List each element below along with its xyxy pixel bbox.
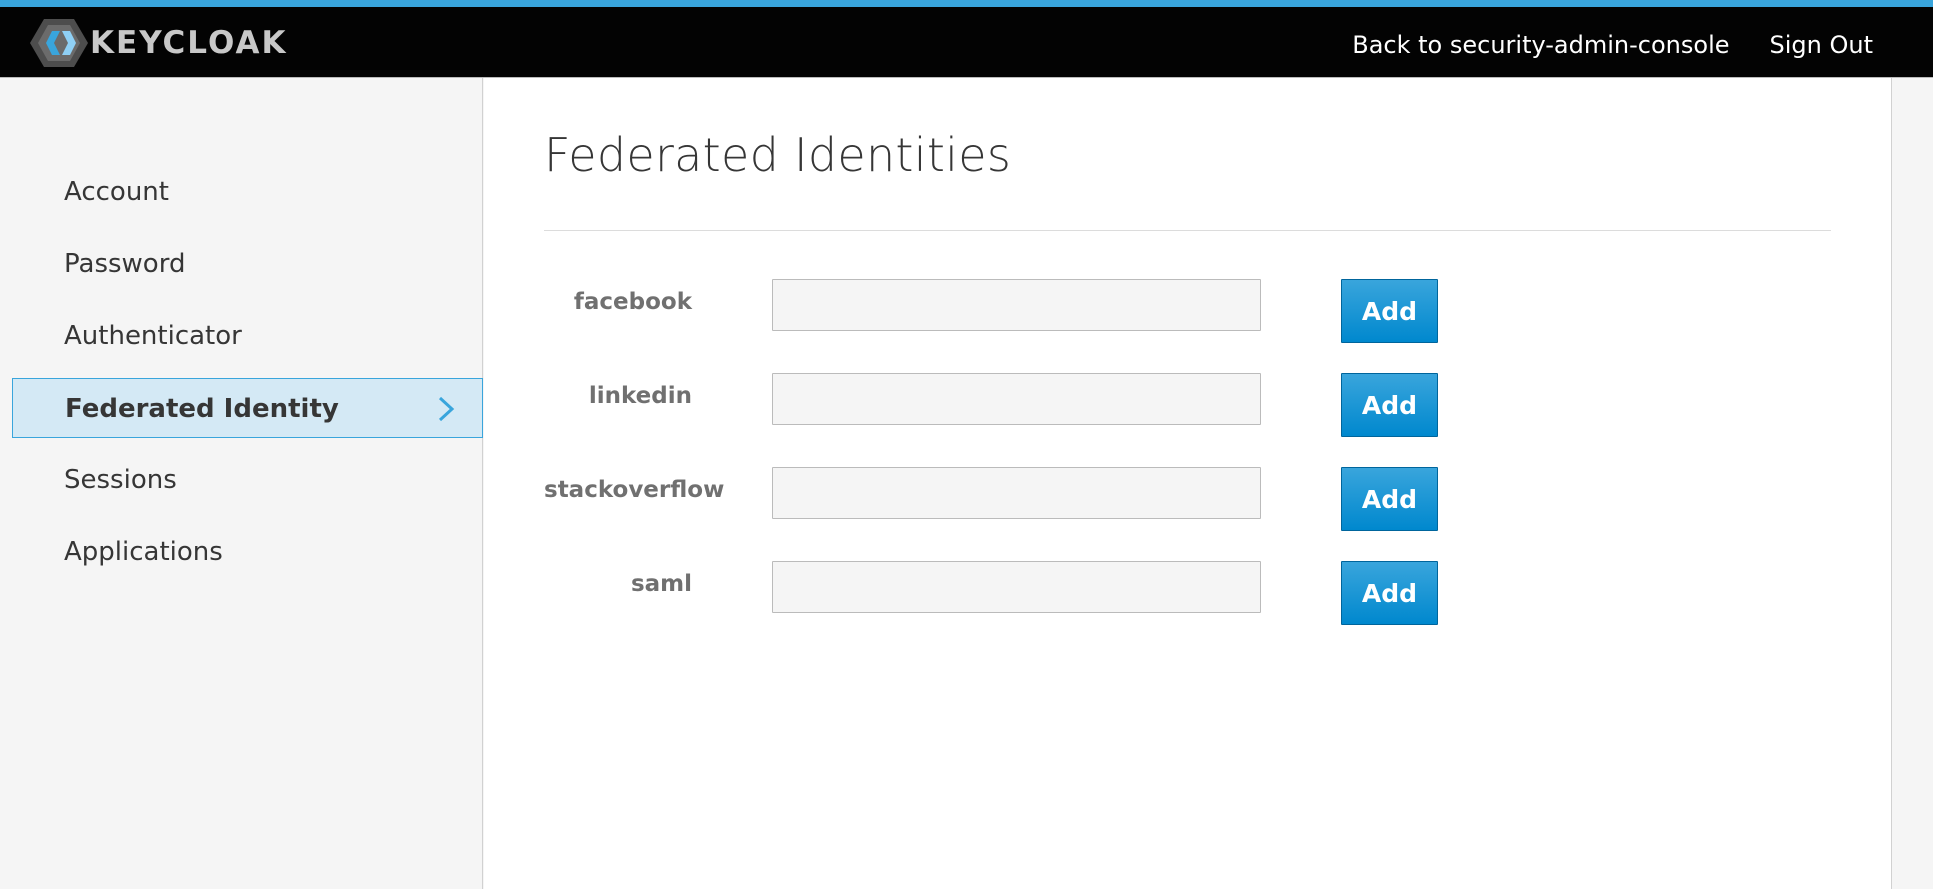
provider-label: stackoverflow [544,477,725,503]
facebook-identity-field[interactable] [772,279,1261,331]
sidebar-item-password[interactable]: Password [0,234,483,294]
provider-label: facebook [573,289,692,315]
sidebar: Account Password Authenticator Federated… [0,78,483,889]
sidebar-item-label: Sessions [64,465,177,495]
identity-row-stackoverflow: stackoverflow Add [544,467,1544,531]
sidebar-item-sessions[interactable]: Sessions [0,450,483,510]
add-saml-button[interactable]: Add [1341,561,1438,625]
sidebar-item-applications[interactable]: Applications [0,522,483,582]
stackoverflow-identity-field[interactable] [772,467,1261,519]
add-facebook-button[interactable]: Add [1341,279,1438,343]
sidebar-nav: Account Password Authenticator Federated… [0,162,483,594]
sidebar-item-label: Applications [64,537,223,567]
sidebar-item-label: Authenticator [64,321,242,351]
sidebar-item-label: Password [64,249,186,279]
linkedin-identity-field[interactable] [772,373,1261,425]
identity-row-linkedin: linkedin Add [544,373,1544,437]
add-stackoverflow-button[interactable]: Add [1341,467,1438,531]
sidebar-item-authenticator[interactable]: Authenticator [0,306,483,366]
sidebar-item-account[interactable]: Account [0,162,483,222]
sidebar-item-label: Federated Identity [65,394,339,424]
header-nav: Back to security-admin-console Sign Out [1352,27,1873,63]
sidebar-item-label: Account [64,177,169,207]
provider-label: linkedin [588,383,692,409]
add-linkedin-button[interactable]: Add [1341,373,1438,437]
keycloak-logo[interactable]: KEYCLOAK [30,19,287,67]
identity-row-facebook: facebook Add [544,279,1544,343]
main-content: Federated Identities facebook Add linked… [484,78,1892,889]
chevron-right-icon [438,396,455,422]
title-divider [544,230,1831,231]
top-header: KEYCLOAK Back to security-admin-console … [0,0,1933,78]
saml-identity-field[interactable] [772,561,1261,613]
logo-text: KEYCLOAK [90,25,288,61]
keycloak-logo-icon [30,19,88,67]
identity-row-saml: saml Add [544,561,1544,625]
provider-label: saml [630,571,692,597]
back-to-admin-console-link[interactable]: Back to security-admin-console [1352,27,1729,63]
sign-out-link[interactable]: Sign Out [1770,27,1874,63]
page-title: Federated Identities [544,128,1012,182]
sidebar-item-federated-identity[interactable]: Federated Identity [12,378,483,438]
